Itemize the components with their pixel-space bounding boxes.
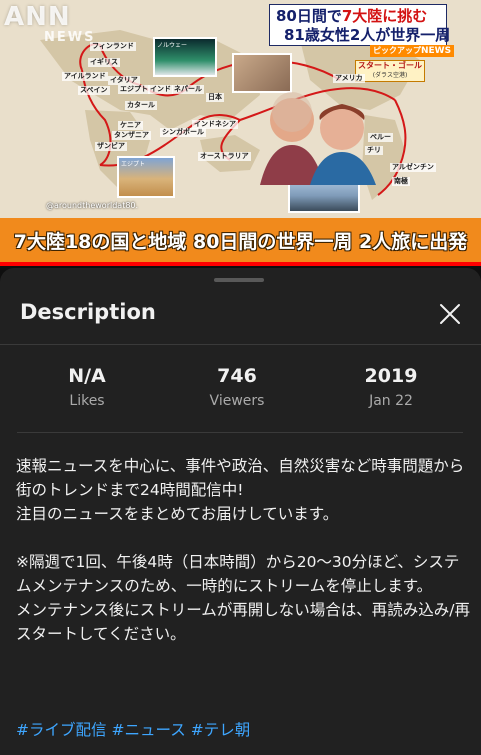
- description-paragraph: メンテナンス後にストリームが再開しない場合は、再読み込み/再スタートしてください…: [16, 601, 470, 643]
- pickup-badge: ピックアップNEWS: [370, 45, 455, 57]
- description-panel: Description N/A Likes 746 Viewers 2019 J…: [0, 268, 481, 755]
- photo-egypt-camels: エジプト: [117, 156, 175, 198]
- stat-label: Likes: [69, 393, 105, 409]
- channel-logo-sub: NEWS: [44, 30, 96, 45]
- stat-value: 746: [217, 365, 257, 387]
- drag-handle[interactable]: [214, 278, 264, 282]
- city-label: イタリア: [108, 76, 140, 85]
- hashtag-link[interactable]: #ニュース: [112, 721, 186, 739]
- headline-part1: 80日間で: [276, 7, 342, 25]
- stat-date: 2019 Jan 22: [331, 364, 451, 412]
- description-text: 速報ニュースを中心に、事件や政治、自然災害など時事問題から街のトレンドまで24時…: [16, 454, 470, 646]
- divider: [0, 344, 481, 345]
- city-label: アルゼンチン: [390, 163, 436, 172]
- video-player[interactable]: ANN NEWS 80日間で7大陸に挑む 81歳女性2人が世界一周 ピックアップ…: [0, 0, 481, 266]
- stat-value: N/A: [68, 365, 106, 387]
- pickup-news: NEWS: [421, 46, 452, 56]
- hashtag-link[interactable]: #テレ朝: [191, 721, 251, 739]
- stat-label: Viewers: [209, 393, 265, 409]
- description-paragraph: 速報ニュースを中心に、事件や政治、自然災害など時事問題から街のトレンドまで24時…: [16, 457, 465, 499]
- city-label: イギリス: [88, 58, 120, 67]
- city-label: 日本: [206, 93, 224, 102]
- city-label: オーストラリア: [198, 152, 251, 161]
- city-label: アイルランド: [62, 72, 108, 81]
- close-icon: [440, 304, 460, 324]
- stat-label: Jan 22: [369, 393, 413, 409]
- city-label: タンザニア: [112, 131, 151, 140]
- city-label: フィンランド: [90, 42, 136, 51]
- city-label: ケニア: [118, 121, 143, 130]
- photo-label: エジプト: [121, 161, 146, 168]
- bottom-banner: 7大陸18の国と地域 80日間の世界一周 2人旅に出発: [0, 218, 481, 262]
- portrait-two-women: [260, 92, 376, 185]
- video-progress-bar: [0, 262, 481, 266]
- stat-viewers: 746 Viewers: [177, 364, 297, 412]
- city-label: シンガポール: [160, 128, 206, 137]
- start-goal-text: スタート・ゴール: [358, 61, 422, 70]
- headline-line-2: 81歳女性2人が世界一周: [284, 26, 451, 44]
- city-label: ネパール: [172, 85, 204, 94]
- city-label: アメリカ: [333, 74, 365, 83]
- start-goal-sub: (ダラス空港): [372, 72, 408, 79]
- bottom-banner-text: 7大陸18の国と地域 80日間の世界一周 2人旅に出発: [13, 230, 468, 253]
- channel-logo: ANN: [4, 2, 71, 32]
- stat-value: 2019: [364, 365, 418, 387]
- close-button[interactable]: [432, 298, 468, 330]
- stat-likes: N/A Likes: [27, 364, 147, 412]
- description-paragraph: 注目のニュースをまとめてお届けしています。: [16, 505, 339, 523]
- photo-northern-lights: ノルウェー: [153, 37, 217, 77]
- city-label: スペイン: [78, 86, 110, 95]
- description-paragraph: ※隔週で1回、午後4時（日本時間）から20〜30分ほど、システムメンテナンスのた…: [16, 553, 460, 595]
- credit-text: @aroundtheworldat80.: [46, 201, 139, 210]
- photo-travelers-1: [232, 53, 292, 93]
- city-label: エジプト: [118, 85, 150, 94]
- photo-label: ノルウェー: [157, 42, 188, 49]
- hashtag-link[interactable]: #ライブ配信: [16, 721, 107, 739]
- city-label: ザンビア: [95, 142, 127, 151]
- pickup-label: ピックアップ: [373, 46, 421, 55]
- divider: [17, 432, 463, 433]
- start-goal-label: スタート・ゴール (ダラス空港): [355, 60, 425, 82]
- headline-accent: 7大陸に挑む: [341, 7, 428, 25]
- city-label: カタール: [125, 101, 157, 110]
- panel-title: Description: [20, 300, 156, 324]
- city-label: インド: [148, 85, 173, 94]
- hashtags: #ライブ配信 #ニュース #テレ朝: [16, 718, 255, 742]
- city-label: 南極: [392, 177, 410, 186]
- headline-line-1: 80日間で7大陸に挑む: [276, 7, 440, 26]
- headline-box: 80日間で7大陸に挑む 81歳女性2人が世界一周: [269, 4, 451, 46]
